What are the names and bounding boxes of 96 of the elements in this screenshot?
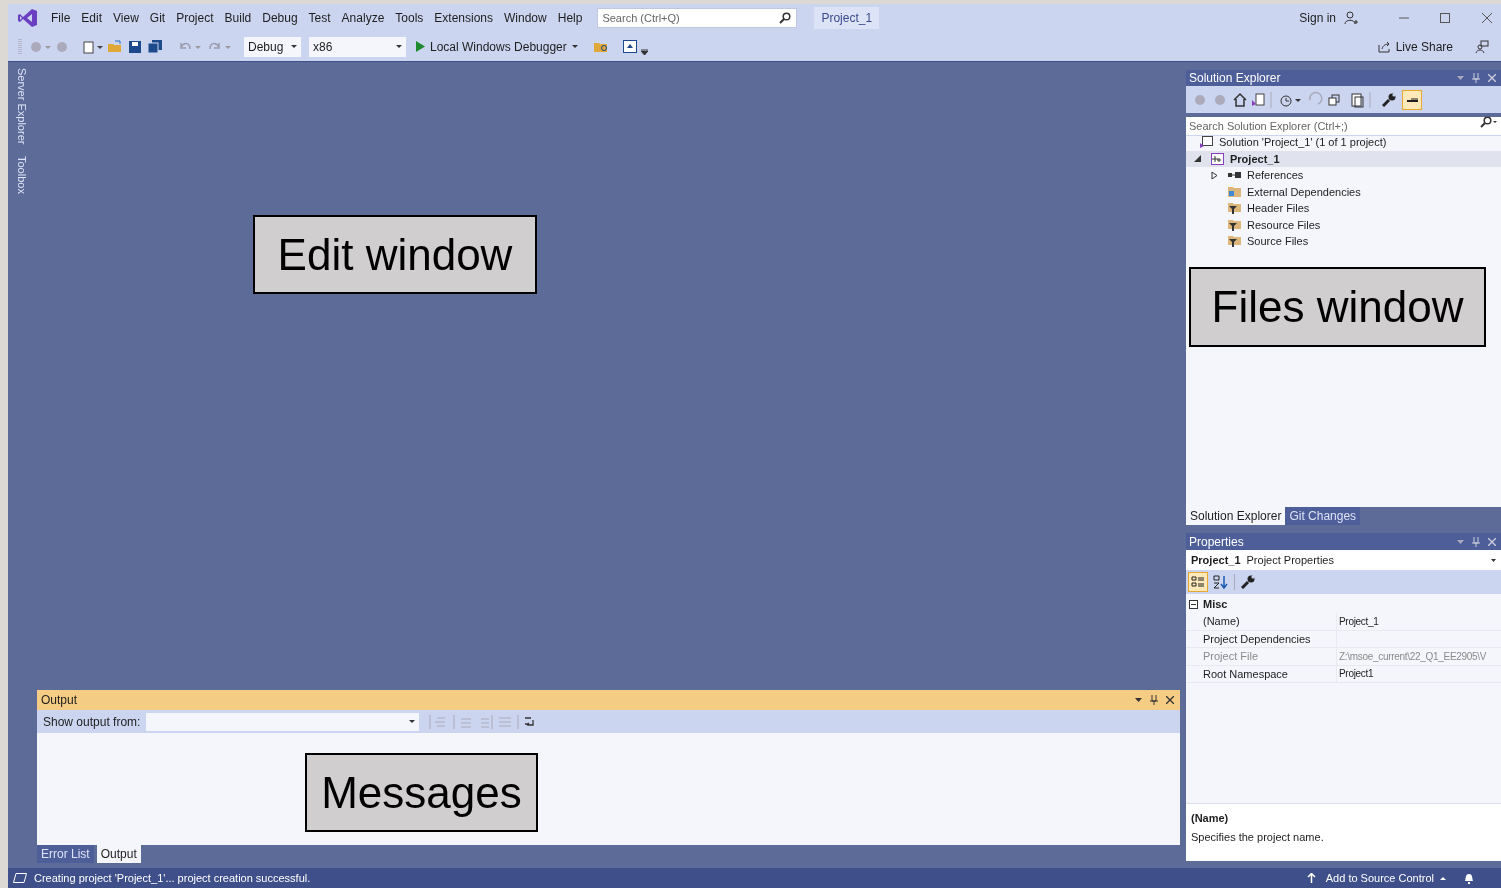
pin-icon[interactable] xyxy=(1150,695,1158,705)
category-header: Misc xyxy=(1203,597,1228,613)
maximize-icon[interactable] xyxy=(1440,13,1450,23)
menu-item[interactable]: Tools xyxy=(390,7,429,29)
caret-icon xyxy=(396,45,402,48)
menu-item[interactable]: Analyze xyxy=(336,7,390,29)
collapse-icon[interactable] xyxy=(1189,600,1198,609)
search-field[interactable]: Search Solution Explorer (Ctrl+;) xyxy=(1186,117,1501,136)
annotation-label: Messages xyxy=(305,753,538,832)
description-text: Specifies the project name. xyxy=(1191,829,1325,845)
property-name: Project Dependencies xyxy=(1200,630,1337,647)
side-tab[interactable]: Toolbox xyxy=(13,156,31,195)
caret-icon xyxy=(409,720,416,723)
tab[interactable]: Error List xyxy=(37,845,94,863)
tab[interactable]: Output xyxy=(96,845,141,863)
logo-icon xyxy=(18,8,38,28)
wrench-icon[interactable] xyxy=(1241,575,1255,589)
menu-item[interactable]: Git xyxy=(144,7,171,29)
menu-item[interactable]: File xyxy=(46,7,76,29)
property-value[interactable]: Project1 xyxy=(1337,665,1501,682)
caret-icon xyxy=(1440,876,1446,880)
tab[interactable]: Git Changes xyxy=(1285,507,1361,525)
configuration-dropdown[interactable]: Debug xyxy=(244,36,301,57)
menu-item[interactable]: Project xyxy=(171,7,219,29)
tree-item[interactable]: Resource Files xyxy=(1186,216,1501,233)
source-control-button[interactable]: Add to Source Control xyxy=(1306,869,1446,887)
menu-item[interactable]: Debug xyxy=(257,7,303,29)
notification-icon[interactable] xyxy=(1463,872,1475,884)
save-all-icon[interactable] xyxy=(148,40,162,53)
panel-title: Output xyxy=(41,692,78,709)
account-icon[interactable] xyxy=(1344,11,1359,25)
search-field[interactable]: Search (Ctrl+Q) xyxy=(597,8,798,28)
tree-item[interactable]: Header Files xyxy=(1186,200,1501,217)
categorized-view-icon[interactable] xyxy=(1188,572,1208,592)
tree-item[interactable]: Source Files xyxy=(1186,233,1501,250)
new-item-icon[interactable] xyxy=(82,39,104,54)
menu-item[interactable]: View xyxy=(108,7,144,29)
platform-dropdown[interactable]: x86 xyxy=(309,36,406,57)
browser-icon[interactable] xyxy=(622,40,637,53)
tree-item[interactable]: Solution 'Project_1' (1 of 1 project) xyxy=(1186,134,1501,151)
filter-folder-icon xyxy=(1228,218,1241,231)
property-name: Root Namespace xyxy=(1200,665,1337,682)
overflow-icon[interactable] xyxy=(640,48,648,55)
tree-item[interactable]: Project_1 xyxy=(1186,150,1501,167)
folder-icon xyxy=(1228,186,1241,198)
side-tab[interactable]: Server Explorer xyxy=(13,68,31,145)
caret-icon xyxy=(1491,558,1496,562)
find-folder-icon[interactable] xyxy=(593,40,609,53)
search-icon xyxy=(1480,116,1498,128)
sort-icon[interactable] xyxy=(1212,574,1228,590)
status-message: Creating project 'Project_1'... project creation successful. xyxy=(34,870,311,886)
tab[interactable]: Solution Explorer xyxy=(1186,507,1286,525)
project-icon xyxy=(1211,152,1224,165)
filter-folder-icon xyxy=(1228,202,1241,215)
menu-item[interactable]: Extensions xyxy=(429,7,499,29)
save-icon[interactable] xyxy=(129,40,141,53)
property-value[interactable]: Project_1 xyxy=(1337,613,1501,630)
solution-name: Project_1 xyxy=(814,7,880,29)
tree-item[interactable]: References xyxy=(1186,167,1501,184)
field-label: Show output from: xyxy=(43,713,141,731)
expanded-arrow-icon[interactable] xyxy=(1194,155,1201,163)
dropdown-arrow-icon[interactable] xyxy=(1135,698,1142,702)
menu-item[interactable]: Test xyxy=(303,7,336,29)
filter-folder-icon xyxy=(1228,235,1241,248)
references-icon xyxy=(1228,171,1241,180)
annotation-label: Files window xyxy=(1189,266,1486,347)
solution-icon xyxy=(1200,136,1213,149)
collapsed-arrow-icon[interactable] xyxy=(1211,170,1218,180)
menu-item[interactable]: Build xyxy=(219,7,257,29)
caret-icon xyxy=(571,45,578,48)
share-icon xyxy=(1377,40,1391,53)
description-title: (Name) xyxy=(1191,811,1230,826)
caret-icon xyxy=(291,45,297,48)
status-icon xyxy=(13,873,27,883)
panel-title: Properties xyxy=(1189,533,1244,551)
property-name: (Name) xyxy=(1200,613,1337,630)
toolbar-grip-icon xyxy=(18,38,22,55)
menu-item[interactable]: Window xyxy=(499,7,552,29)
play-icon xyxy=(416,41,425,52)
live-share-button[interactable]: Live Share xyxy=(1377,37,1453,56)
preview-toggle-icon[interactable] xyxy=(1402,89,1422,110)
annotation-label: Edit window xyxy=(253,215,537,294)
menu-item[interactable]: Help xyxy=(552,7,588,29)
panel-title: Solution Explorer xyxy=(1189,70,1281,87)
menu-item[interactable]: Edit xyxy=(76,7,108,29)
property-name: Project File xyxy=(1200,648,1337,665)
feedback-icon[interactable] xyxy=(1475,39,1489,54)
object-selector[interactable]: Project_1 Project Properties xyxy=(1186,550,1501,570)
tree-item[interactable]: External Dependencies xyxy=(1186,183,1501,200)
start-debugging-button[interactable]: Local Windows Debugger xyxy=(414,36,580,57)
up-arrow-icon xyxy=(1306,873,1316,883)
sign-in-link[interactable]: Sign in xyxy=(1299,9,1336,27)
wrench-icon[interactable] xyxy=(1382,92,1396,107)
close-icon[interactable] xyxy=(1166,696,1174,704)
close-icon[interactable] xyxy=(1482,13,1492,23)
search-icon xyxy=(779,12,792,24)
